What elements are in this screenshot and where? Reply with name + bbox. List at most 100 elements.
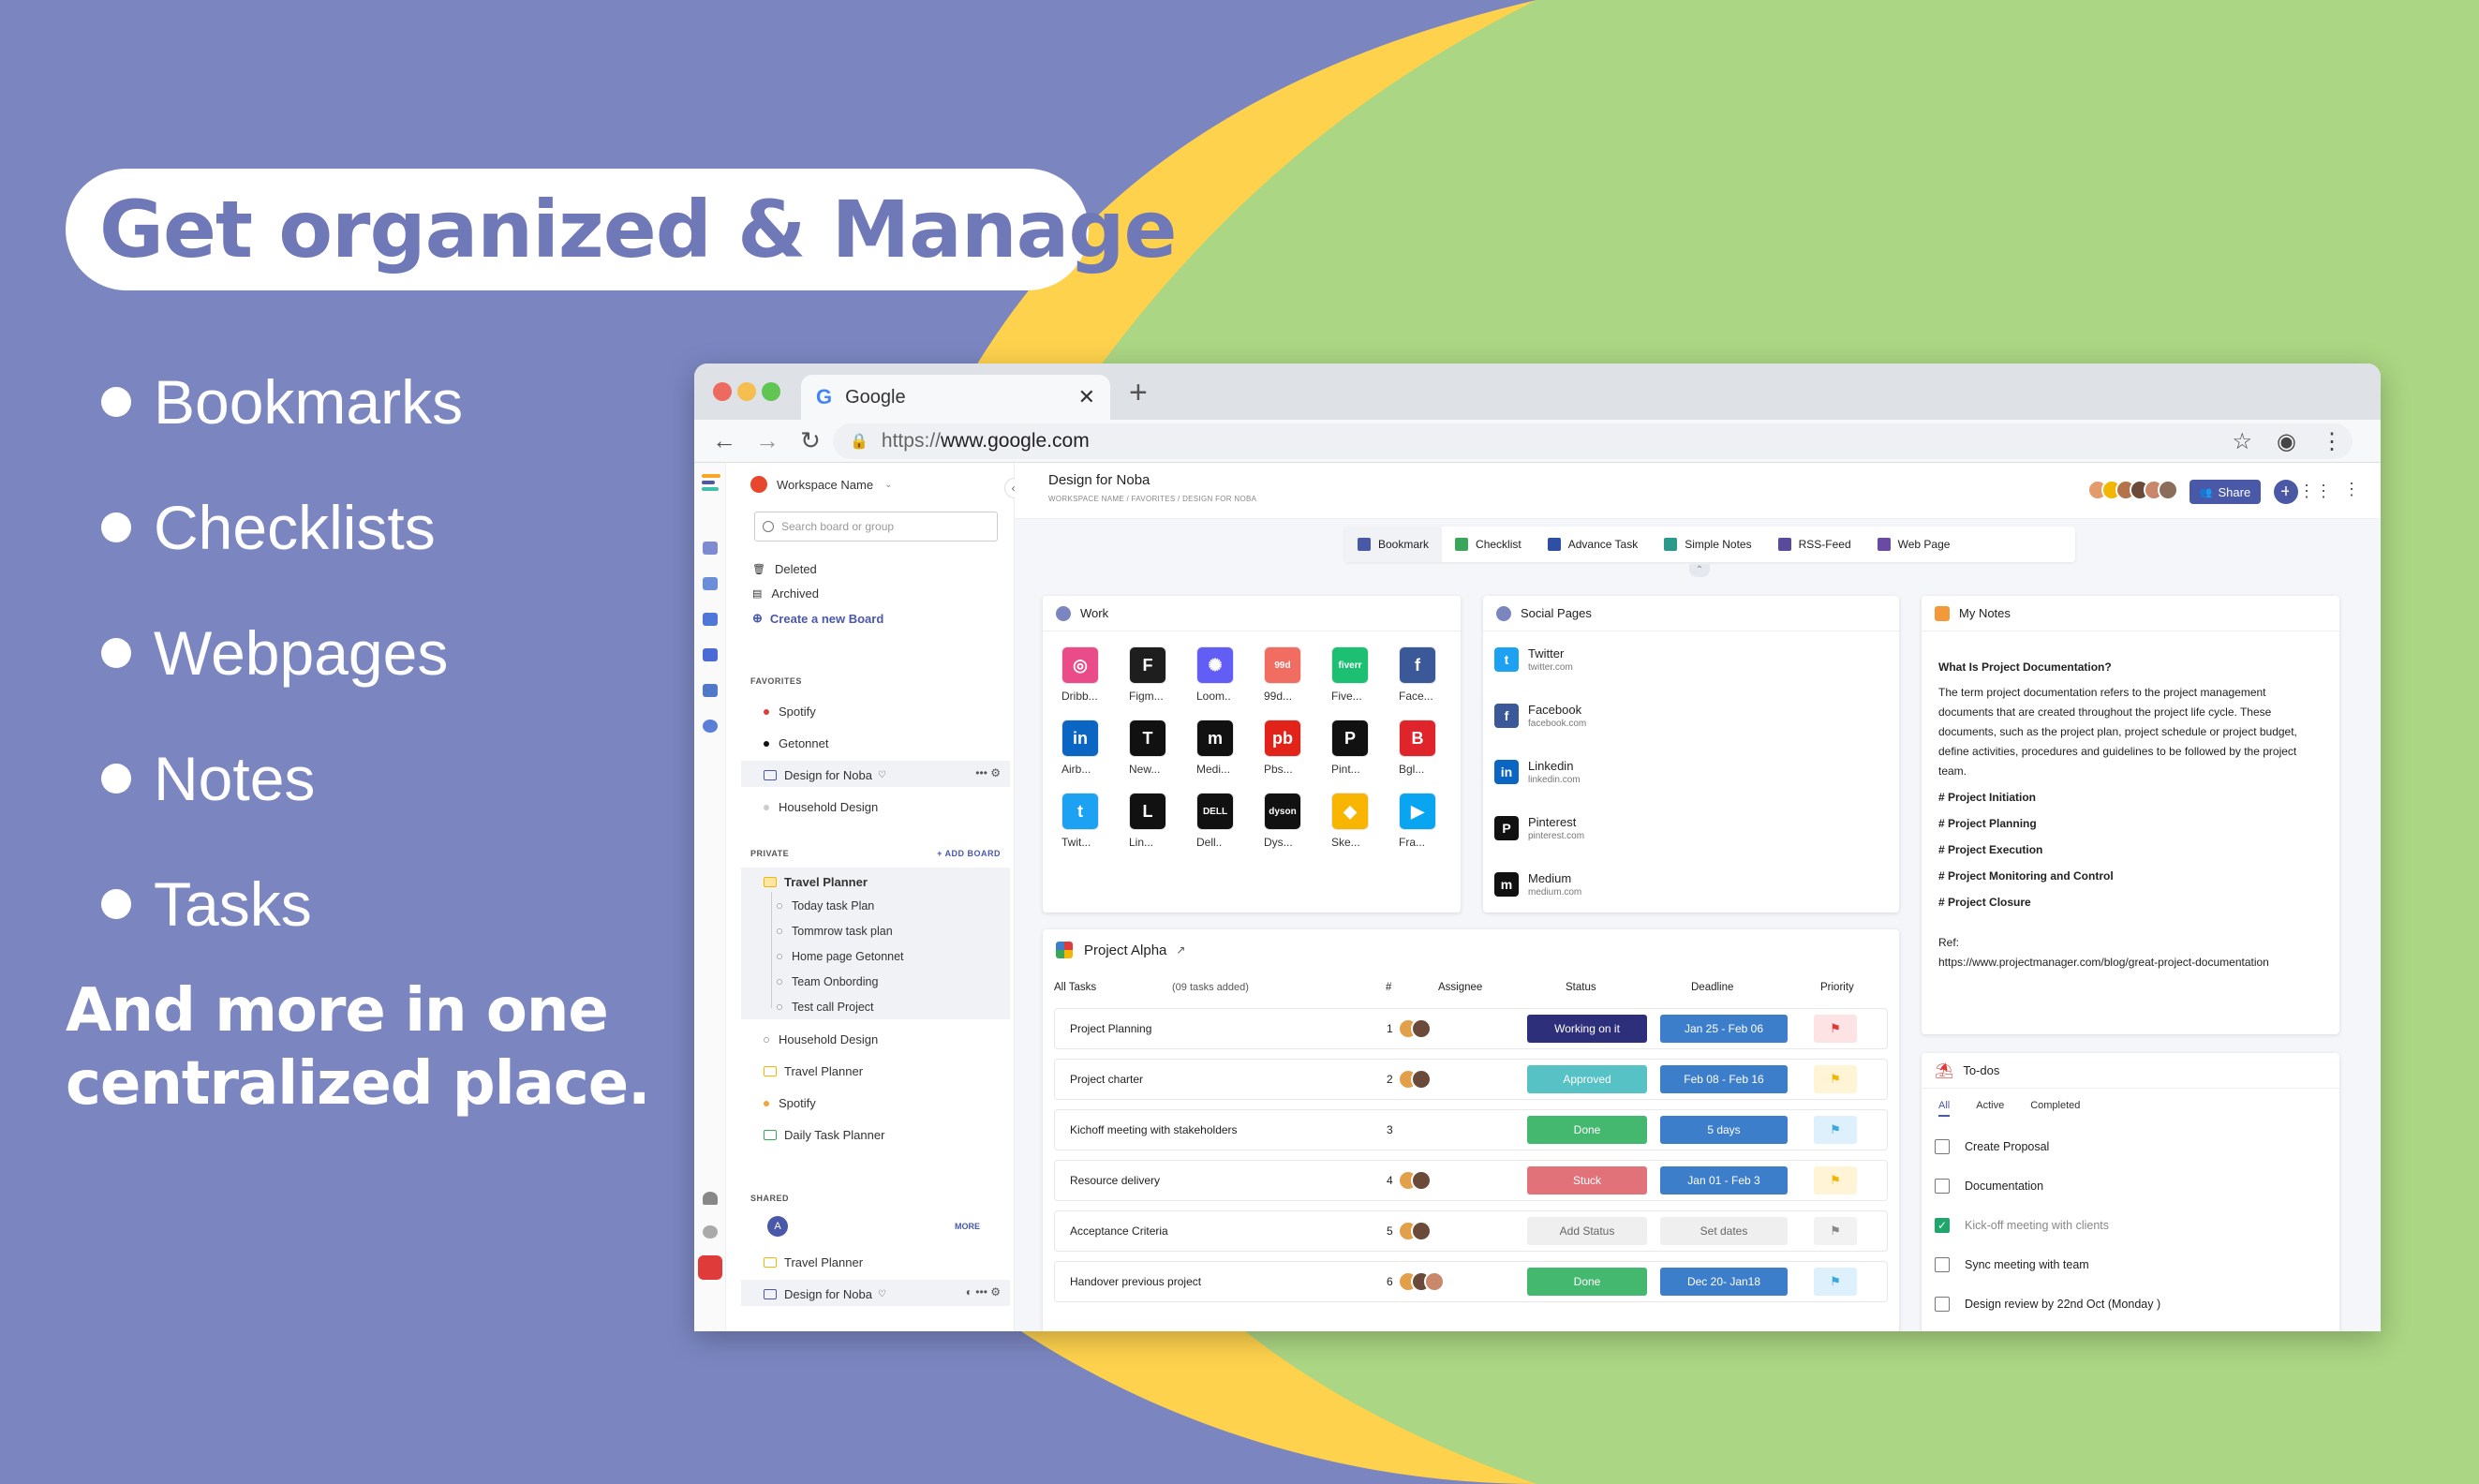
tree-item[interactable]: Team Onbording	[777, 975, 878, 988]
bookmark-item[interactable]: pb Pbs...	[1264, 720, 1331, 776]
bookmark-star-icon[interactable]: ☆	[2233, 428, 2253, 455]
shared-avatar[interactable]: A	[767, 1216, 788, 1237]
bookmark-item[interactable]: DELL Dell..	[1196, 793, 1264, 849]
browser-menu-icon[interactable]: ⋮	[2321, 428, 2343, 455]
table-row[interactable]: Resource delivery 4 Stuck Jan 01 - Feb 3 ⚑	[1054, 1160, 1888, 1201]
table-row[interactable]: Handover previous project 6 Done Dec 20- Ja…	[1054, 1261, 1888, 1302]
create-board-link[interactable]: ⊕ Create a new Board	[752, 611, 883, 626]
todo-item[interactable]: ✓ Kick-off meeting with clients	[1935, 1218, 2109, 1233]
heart-icon[interactable]: ♡	[878, 770, 886, 780]
share-button[interactable]: 👥 Share	[2190, 480, 2261, 504]
profile-icon[interactable]: ◉	[2277, 428, 2296, 455]
deadline-pill[interactable]: Jan 25 - Feb 06	[1660, 1015, 1788, 1043]
bookmark-item[interactable]: ◎ Dribb...	[1061, 646, 1129, 703]
bookmark-item[interactable]: P Pint...	[1331, 720, 1399, 776]
social-link[interactable]: P Pinterest pinterest.com	[1494, 815, 1584, 841]
table-row[interactable]: Kichoff meeting with stakeholders 3 Done 5 …	[1054, 1109, 1888, 1150]
external-link-icon[interactable]: ↗	[1176, 943, 1185, 957]
tree-item[interactable]: Test call Project	[777, 1001, 874, 1014]
priority-flag-icon[interactable]: ⚑	[1814, 1065, 1857, 1093]
priority-flag-icon[interactable]: ⚑	[1814, 1268, 1857, 1296]
more-options-icon[interactable]: ⋮	[2343, 480, 2360, 499]
assignee-avatars[interactable]	[1398, 1170, 1432, 1191]
search-icon[interactable]	[703, 720, 718, 733]
boards-icon[interactable]	[703, 542, 718, 555]
sidebar-item-travel-planner[interactable]: Travel Planner	[764, 1064, 863, 1078]
tree-item[interactable]: Tommrow task plan	[777, 925, 893, 938]
assignee-avatars[interactable]	[1398, 1271, 1445, 1292]
apps-icon[interactable]	[703, 613, 718, 626]
tab-checklist[interactable]: Checklist	[1442, 527, 1535, 562]
bookmark-item[interactable]: B Bgl...	[1399, 720, 1461, 776]
grid-icon[interactable]: ⋮⋮⋮	[2281, 482, 2332, 501]
workspace-selector[interactable]: Workspace Name ⌄	[750, 476, 892, 493]
close-tab-icon[interactable]: ✕	[1078, 385, 1095, 409]
checkbox[interactable]	[1935, 1139, 1950, 1154]
minimize-window-button[interactable]	[737, 382, 756, 401]
deadline-pill[interactable]: Set dates	[1660, 1217, 1788, 1245]
sidebar-item-daily-task-planner[interactable]: Daily Task Planner	[764, 1128, 884, 1142]
table-row[interactable]: Acceptance Criteria 5 Add Status Set dates ⚑	[1054, 1210, 1888, 1252]
bell-icon[interactable]	[703, 1192, 718, 1205]
tab-rss-feed[interactable]: RSS-Feed	[1765, 527, 1864, 562]
deadline-pill[interactable]: Feb 08 - Feb 16	[1660, 1065, 1788, 1093]
bookmark-item[interactable]: dyson Dys...	[1264, 793, 1331, 849]
user-avatar[interactable]	[698, 1255, 722, 1280]
checkbox[interactable]	[1935, 1297, 1950, 1312]
social-link[interactable]: in Linkedin linkedin.com	[1494, 759, 1581, 785]
sidebar-item-travel-planner[interactable]: Travel Planner	[764, 1255, 863, 1269]
tab-active[interactable]: Active	[1976, 1100, 2004, 1117]
tab-bookmark[interactable]: Bookmark	[1344, 527, 1443, 562]
row-actions-icon[interactable]: ••• ⚙	[975, 766, 1001, 779]
assignee-avatars[interactable]	[1398, 1069, 1432, 1090]
social-link[interactable]: f Facebook facebook.com	[1494, 703, 1586, 729]
bookmark-item[interactable]: ◆ Ske...	[1331, 793, 1399, 849]
forward-icon[interactable]: →	[754, 426, 780, 455]
reload-icon[interactable]: ↻	[797, 426, 824, 455]
browser-tab[interactable]: G Google ✕	[801, 375, 1110, 420]
bookmark-item[interactable]: in Airb...	[1061, 720, 1129, 776]
calendar-icon[interactable]	[703, 684, 718, 697]
sidebar-item-spotify[interactable]: Spotify	[764, 705, 816, 719]
social-link[interactable]: m Medium medium.com	[1494, 871, 1581, 898]
member-avatars[interactable]	[2087, 480, 2178, 500]
checkbox[interactable]: ✓	[1935, 1218, 1950, 1233]
bookmark-item[interactable]: fiverr Five...	[1331, 646, 1399, 703]
tab-completed[interactable]: Completed	[2030, 1100, 2080, 1117]
back-icon[interactable]: ←	[711, 426, 737, 455]
assignee-avatars[interactable]	[1398, 1221, 1432, 1241]
bookmark-item[interactable]: ✺ Loom..	[1196, 646, 1264, 703]
sidebar-item-spotify[interactable]: Spotify	[764, 1096, 816, 1110]
priority-flag-icon[interactable]: ⚑	[1814, 1015, 1857, 1043]
bookmark-item[interactable]: F Figm...	[1129, 646, 1196, 703]
status-pill[interactable]: Approved	[1527, 1065, 1647, 1093]
sidebar-item-deleted[interactable]: 🗑 Deleted	[752, 562, 817, 576]
sidebar-item-getonnet[interactable]: Getonnet	[764, 736, 829, 750]
table-row[interactable]: Project Planning 1 Working on it Jan 25 - F…	[1054, 1008, 1888, 1049]
status-pill[interactable]: Add Status	[1527, 1217, 1647, 1245]
sidebar-item-household-design[interactable]: Household Design	[764, 1032, 878, 1046]
checkbox[interactable]	[1935, 1257, 1950, 1272]
edit-icon[interactable]	[703, 577, 718, 590]
table-row[interactable]: Project charter 2 Approved Feb 08 - Feb 16 ⚑	[1054, 1059, 1888, 1100]
heart-icon[interactable]: ♡	[878, 1289, 886, 1299]
sidebar-item-design-for-noba[interactable]: Design for Noba ♡	[764, 1287, 886, 1301]
priority-flag-icon[interactable]: ⚑	[1814, 1217, 1857, 1245]
sidebar-item-household-design[interactable]: Household Design	[764, 800, 878, 814]
todo-item[interactable]: Design review by 22nd Oct (Monday )	[1935, 1297, 2160, 1312]
chat-icon[interactable]	[703, 648, 718, 661]
sidebar-item-archived[interactable]: ▤ Archived	[752, 586, 819, 601]
sidebar-item-travel-planner[interactable]: Travel Planner	[764, 875, 868, 889]
bookmark-item[interactable]: L Lin...	[1129, 793, 1196, 849]
more-button[interactable]: MORE	[955, 1222, 980, 1231]
close-window-button[interactable]	[713, 382, 732, 401]
new-tab-icon[interactable]: +	[1129, 375, 1148, 411]
assignee-avatars[interactable]	[1398, 1018, 1432, 1039]
sidebar-item-design-for-noba[interactable]: Design for Noba ♡	[764, 768, 886, 782]
tab-all[interactable]: All	[1938, 1100, 1951, 1117]
add-board-button[interactable]: + ADD BOARD	[937, 849, 1001, 858]
bookmark-item[interactable]: f Face...	[1399, 646, 1461, 703]
tab-web-page[interactable]: Web Page	[1864, 527, 1964, 562]
todo-item[interactable]: Sync meeting with team	[1935, 1257, 2089, 1272]
status-pill[interactable]: Stuck	[1527, 1166, 1647, 1195]
